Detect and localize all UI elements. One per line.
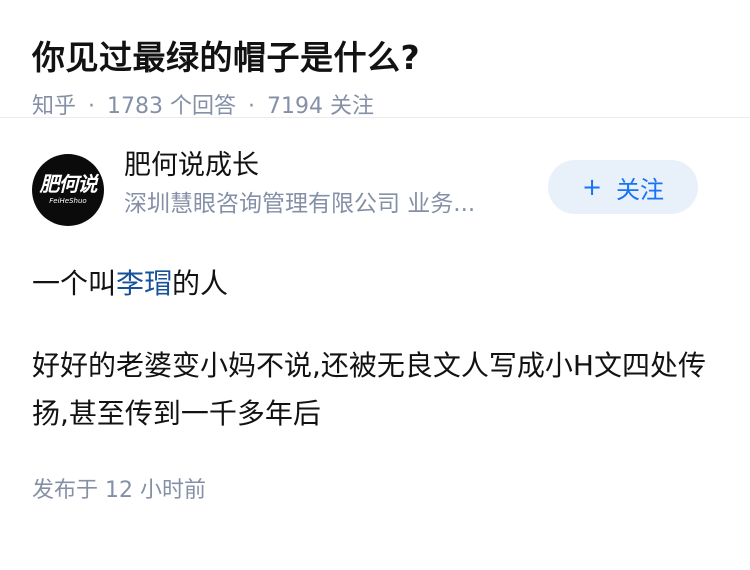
answer-paragraph: 好好的老婆变小妈不说,还被无良文人写成小H文四处传扬,甚至传到一千多年后: [32, 349, 706, 430]
question-meta: 知乎 · 1783 个回答 · 7194 关注: [32, 92, 718, 122]
avatar[interactable]: 肥何说 FeiHeShuo: [32, 154, 104, 226]
question-title[interactable]: 你见过最绿的帽子是什么?: [32, 34, 718, 82]
publish-time: 发布于 12 小时前: [32, 478, 206, 503]
avatar-logo-text: 肥何说: [39, 172, 98, 196]
follow-button[interactable]: + 关注: [548, 160, 698, 214]
paragraph-text: 的人: [172, 267, 229, 300]
source-label: 知乎: [32, 94, 77, 119]
plus-icon: +: [581, 173, 603, 201]
author-bio: 深圳慧眼咨询管理有限公司 业务...: [124, 191, 476, 217]
answer-content: 一个叫李瑁的人 好好的老婆变小妈不说,还被无良文人写成小H文四处传扬,甚至传到一…: [32, 260, 718, 438]
separator-dot: ·: [88, 94, 96, 119]
paragraph-text: 一个叫: [32, 267, 117, 300]
answer-card: 肥何说 FeiHeShuo 肥何说成长 深圳慧眼咨询管理有限公司 业务... +…: [0, 148, 750, 506]
author-name[interactable]: 肥何说成长: [124, 148, 524, 184]
answer-paragraph: 一个叫李瑁的人: [32, 260, 718, 308]
separator-dot: ·: [248, 94, 255, 119]
avatar-logo-subtext: FeiHeShuo: [49, 197, 87, 205]
question-header: 你见过最绿的帽子是什么? 知乎 · 1783 个回答 · 7194 关注: [0, 0, 750, 119]
answer-count[interactable]: 1783 个回答: [107, 94, 236, 119]
author-info: 肥何说成长 深圳慧眼咨询管理有限公司 业务...: [124, 148, 524, 220]
follower-count[interactable]: 7194 关注: [267, 94, 374, 119]
topic-link[interactable]: 李瑁: [116, 267, 172, 300]
follow-label: 关注: [616, 175, 665, 204]
author-row: 肥何说 FeiHeShuo 肥何说成长 深圳慧眼咨询管理有限公司 业务... +…: [32, 148, 718, 252]
